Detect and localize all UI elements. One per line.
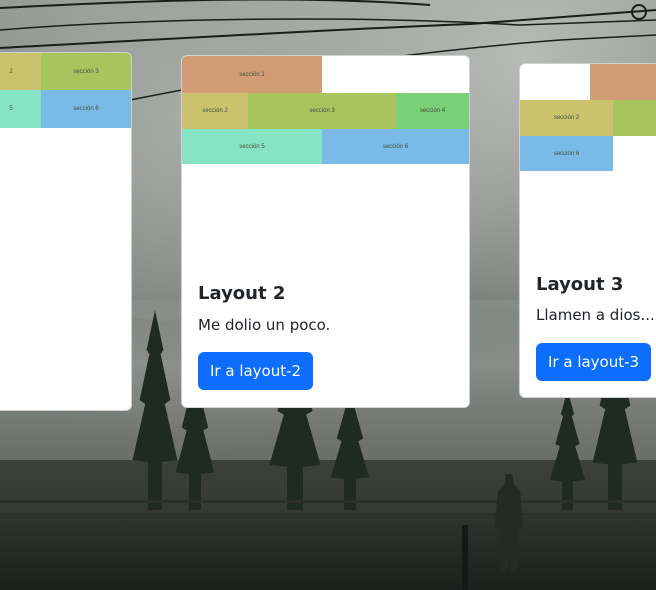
section-cell: 2	[0, 53, 41, 90]
go-layout-3-button[interactable]: Ir a layout-3	[536, 343, 652, 381]
section-label: 2	[9, 68, 13, 75]
layout-card-3: sección 2 sección 6 Layout 3 Llamen a di…	[519, 63, 656, 398]
ground	[0, 515, 656, 590]
section-cell	[613, 100, 656, 136]
section-label: sección 4	[419, 108, 446, 114]
go-layout-2-button[interactable]: Ir a layout-2	[198, 352, 314, 390]
section-label: sección 2	[553, 115, 580, 121]
section-label: sección 2	[202, 108, 228, 114]
section-label: sección 6	[73, 106, 99, 112]
section-label: 5	[9, 106, 13, 112]
section-cell: sección 1	[182, 56, 322, 93]
section-cell: sección 3	[248, 93, 396, 129]
section-label: sección 3	[309, 108, 335, 114]
card-text: Me dolio un poco.	[198, 316, 331, 334]
section-cell: sección 6	[41, 90, 131, 128]
section-label: sección 6	[382, 143, 409, 150]
layout-card-1: 2 sección 3 5 sección 6	[0, 52, 132, 411]
lamp-post	[462, 525, 468, 590]
section-label: sección 6	[553, 150, 580, 157]
layout-card-2: sección 1 sección 2 sección 3 sección 4 …	[181, 55, 470, 408]
card-text: Llamen a dios...	[536, 306, 655, 324]
section-cell: sección 4	[396, 93, 469, 129]
section-cell: 5	[0, 90, 41, 128]
railing	[0, 500, 656, 515]
section-cell: sección 6	[322, 129, 469, 164]
section-cell: sección 3	[41, 53, 131, 90]
card-title: Layout 2	[198, 283, 286, 304]
section-label: sección 3	[73, 68, 99, 75]
section-cell: sección 2	[520, 100, 613, 136]
section-cell: sección 2	[182, 93, 248, 129]
section-cell	[590, 64, 656, 100]
section-label: sección 5	[239, 143, 265, 150]
section-cell: sección 5	[182, 129, 322, 164]
card-title: Layout 3	[536, 274, 624, 295]
section-cell: sección 6	[520, 136, 613, 171]
section-label: sección 1	[239, 71, 265, 78]
